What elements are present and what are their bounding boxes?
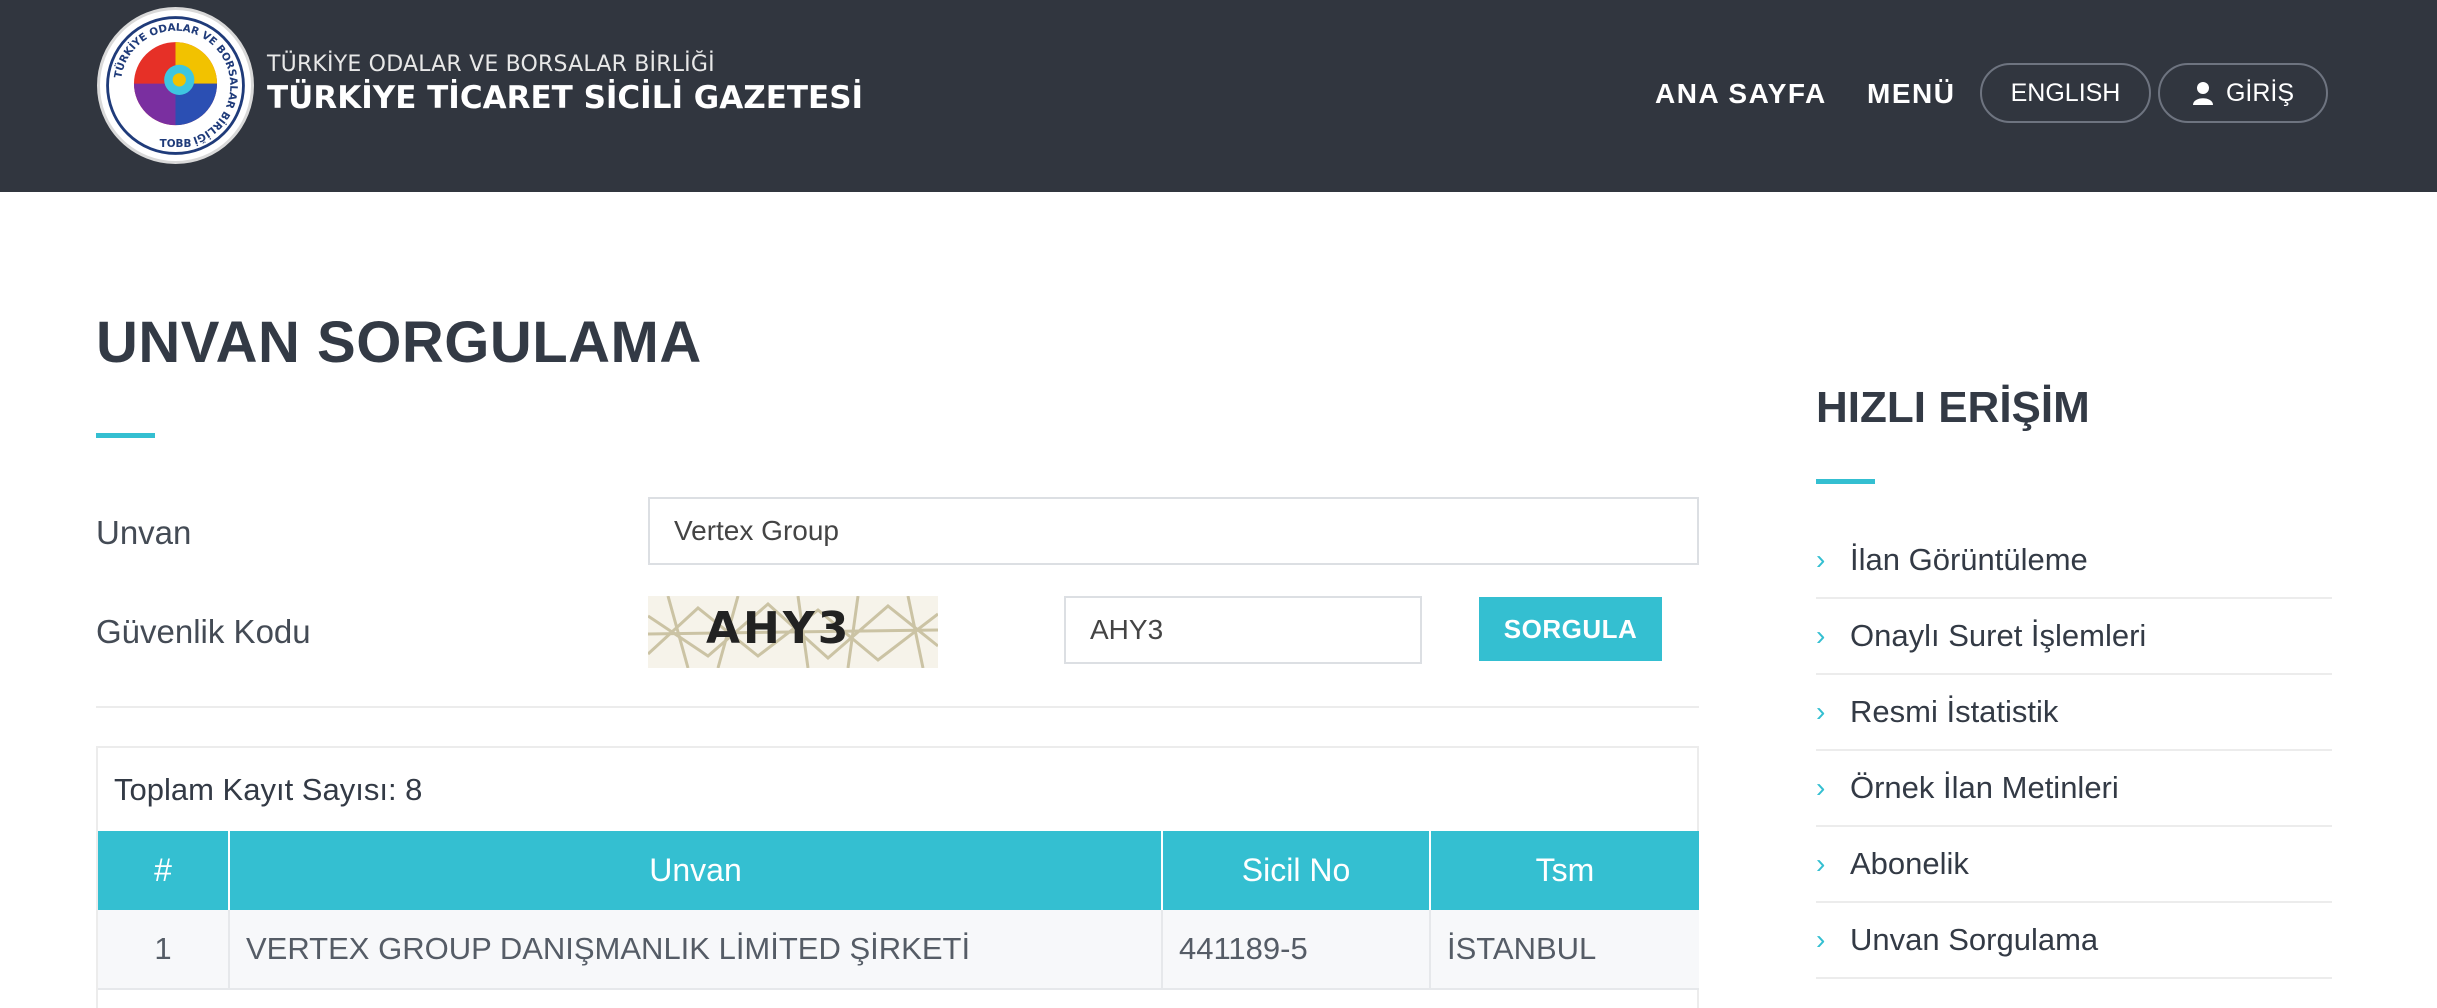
results-panel: Toplam Kayıt Sayısı: 8 # Unvan Sicil No … (96, 746, 1699, 1008)
quick-link-label: Unvan Sorgulama (1850, 922, 2099, 957)
chevron-right-icon: › (1816, 544, 1826, 575)
unvan-label: Unvan (96, 514, 192, 551)
column-header-unvan[interactable]: Unvan (230, 831, 1163, 910)
top-navbar: TÜRKİYE ODALAR VE BORSALAR BİRLİĞİ TOBB … (0, 0, 2437, 192)
captcha-image: AHY3 (648, 596, 938, 668)
brand-title[interactable]: TÜRKİYE TİCARET SİCİLİ GAZETESİ (267, 80, 863, 116)
quick-access-list: › İlan Görüntüleme › Onaylı Suret İşleml… (1816, 523, 2332, 979)
quick-link-ornek-ilan[interactable]: › Örnek İlan Metinleri (1816, 751, 2332, 827)
english-language-button[interactable]: ENGLISH (1980, 63, 2151, 123)
security-code-label: Güvenlik Kodu (96, 613, 311, 650)
english-label: ENGLISH (2010, 78, 2121, 107)
login-button[interactable]: GİRİŞ (2158, 63, 2328, 123)
quick-link-resmi-istatistik[interactable]: › Resmi İstatistik (1816, 675, 2332, 751)
total-record-count: Toplam Kayıt Sayısı: 8 (114, 772, 423, 807)
unvan-input[interactable] (648, 497, 1699, 565)
chevron-right-icon: › (1816, 848, 1826, 879)
tobb-logo[interactable]: TÜRKİYE ODALAR VE BORSALAR BİRLİĞİ TOBB (97, 7, 254, 164)
user-icon (2192, 81, 2214, 105)
quick-link-onayli-suret[interactable]: › Onaylı Suret İşlemleri (1816, 599, 2332, 675)
chevron-right-icon: › (1816, 772, 1826, 803)
chevron-right-icon: › (1816, 620, 1826, 651)
quick-link-label: Örnek İlan Metinleri (1850, 770, 2119, 805)
login-label: GİRİŞ (2225, 78, 2295, 107)
column-header-tsm[interactable]: Tsm (1431, 831, 1699, 910)
svg-text:AHY3: AHY3 (706, 603, 851, 654)
form-divider (96, 706, 1699, 708)
table-row[interactable]: 1 VERTEX GROUP DANIŞMANLIK LİMİTED ŞİRKE… (98, 910, 1699, 990)
chevron-right-icon: › (1816, 696, 1826, 727)
column-header-index[interactable]: # (98, 831, 230, 910)
row-sicil-no-cell: 441189-5 (1163, 910, 1431, 988)
row-index-cell: 1 (98, 910, 230, 988)
quick-access-underline (1816, 479, 1875, 484)
row-tsm-cell: İSTANBUL (1447, 931, 1597, 966)
nav-home-link[interactable]: ANA SAYFA (1655, 78, 1827, 110)
chevron-right-icon: › (1816, 924, 1826, 955)
quick-link-label: Resmi İstatistik (1850, 694, 2059, 729)
quick-link-ilan-goruntuleme[interactable]: › İlan Görüntüleme (1816, 523, 2332, 599)
svg-text:TOBB: TOBB (160, 138, 192, 150)
title-underline (96, 433, 155, 438)
brand-subtitle: TÜRKİYE ODALAR VE BORSALAR BİRLİĞİ (267, 52, 715, 77)
quick-link-abonelik[interactable]: › Abonelik (1816, 827, 2332, 903)
column-header-sicil-no[interactable]: Sicil No (1163, 831, 1431, 910)
row-unvan-cell[interactable]: VERTEX GROUP DANIŞMANLIK LİMİTED ŞİRKETİ (230, 910, 1163, 988)
quick-link-label: İlan Görüntüleme (1850, 542, 2088, 577)
security-code-input[interactable] (1064, 596, 1422, 664)
quick-access-title: HIZLI ERİŞİM (1816, 383, 2090, 432)
page-title: UNVAN SORGULAMA (96, 310, 702, 375)
quick-link-unvan-sorgulama[interactable]: › Unvan Sorgulama (1816, 903, 2332, 979)
results-table-header: # Unvan Sicil No Tsm (98, 831, 1699, 910)
quick-link-label: Abonelik (1850, 846, 1969, 881)
quick-link-label: Onaylı Suret İşlemleri (1850, 618, 2147, 653)
nav-menu-link[interactable]: MENÜ (1867, 78, 1955, 110)
search-submit-button[interactable]: SORGULA (1479, 597, 1662, 661)
